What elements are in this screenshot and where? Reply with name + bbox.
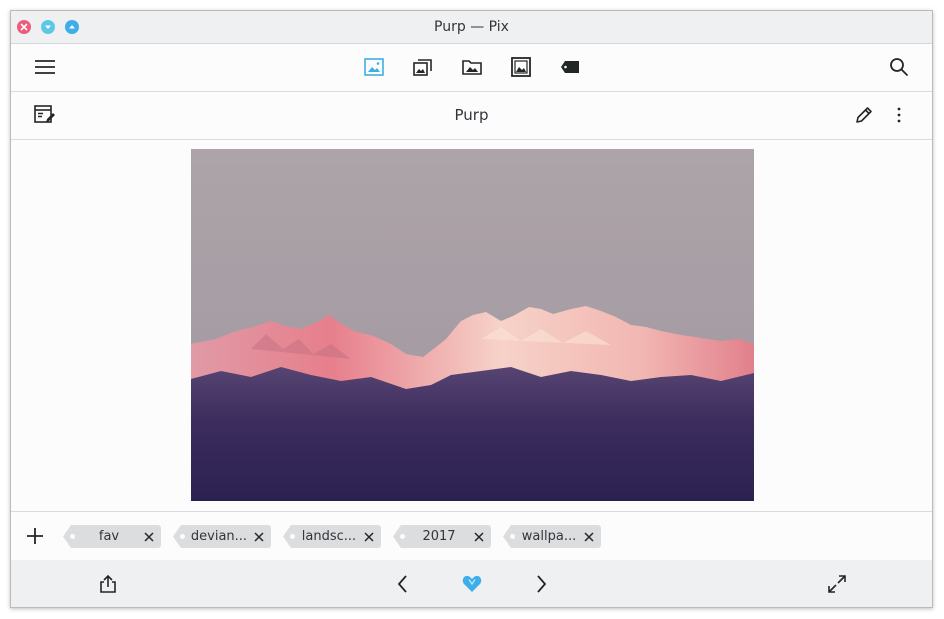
tag-label: devian...	[190, 529, 248, 544]
image-viewer	[11, 140, 932, 511]
add-tag-button[interactable]	[21, 522, 49, 550]
remove-tag-button[interactable]	[140, 528, 157, 545]
albums-icon	[511, 57, 531, 77]
edit-button[interactable]	[850, 101, 878, 129]
image-title: Purp	[454, 106, 489, 124]
tag-hole	[70, 534, 75, 539]
close-icon	[473, 531, 484, 542]
tag-chip[interactable]: devian...	[173, 525, 271, 548]
more-options-button[interactable]	[885, 101, 913, 129]
menu-button[interactable]	[31, 53, 59, 81]
share-icon	[100, 574, 116, 593]
tab-tags[interactable]	[556, 53, 584, 81]
chevron-left-icon	[397, 575, 407, 593]
favorite-button[interactable]	[458, 570, 486, 598]
chevron-right-icon	[537, 575, 547, 593]
fullscreen-icon	[828, 575, 846, 593]
close-icon	[143, 531, 154, 542]
tag-chip[interactable]: landsc...	[283, 525, 381, 548]
tab-viewer[interactable]	[360, 53, 388, 81]
tag-chip[interactable]: wallpa...	[503, 525, 601, 548]
tag-label: landsc...	[301, 529, 357, 544]
tag-hole	[290, 534, 295, 539]
share-button[interactable]	[94, 570, 122, 598]
tag-label: wallpa...	[521, 529, 577, 544]
hamburger-menu-icon	[35, 60, 55, 74]
close-icon	[583, 531, 594, 542]
close-icon	[253, 531, 264, 542]
search-button[interactable]	[885, 53, 913, 81]
next-image-button[interactable]	[527, 570, 555, 598]
search-icon	[890, 58, 908, 76]
close-icon	[363, 531, 374, 542]
tag-chip[interactable]: 2017	[393, 525, 491, 548]
tag-label: fav	[98, 529, 120, 544]
plus-icon	[27, 528, 43, 544]
tab-albums[interactable]	[507, 53, 535, 81]
previous-image-button[interactable]	[389, 570, 417, 598]
app-window: Purp — Pix Purp fav devian... landsc... …	[10, 10, 933, 608]
image-viewer-icon	[364, 58, 384, 76]
tags-icon	[561, 61, 579, 73]
mountain-range-photo[interactable]	[191, 149, 754, 501]
pencil-icon	[856, 107, 872, 123]
tab-folders[interactable]	[458, 53, 486, 81]
tag-chip[interactable]: fav	[63, 525, 161, 548]
tag-hole	[180, 534, 185, 539]
main-toolbar	[11, 44, 932, 92]
remove-tag-button[interactable]	[470, 528, 487, 545]
folders-icon	[462, 60, 482, 75]
remove-tag-button[interactable]	[360, 528, 377, 545]
fullscreen-button[interactable]	[823, 570, 851, 598]
tab-gallery[interactable]	[409, 53, 437, 81]
gallery-icon	[413, 59, 432, 76]
tag-hole	[510, 534, 515, 539]
remove-tag-button[interactable]	[250, 528, 267, 545]
viewer-header: Purp	[11, 92, 932, 140]
title-bar: Purp — Pix	[11, 11, 932, 44]
remove-tag-button[interactable]	[580, 528, 597, 545]
tag-label: 2017	[422, 529, 456, 544]
window-title: Purp — Pix	[434, 19, 509, 35]
kebab-menu-icon	[897, 107, 901, 123]
footer-toolbar	[11, 560, 932, 607]
heart-icon	[462, 575, 482, 592]
tag-hole	[400, 534, 405, 539]
tags-bar: fav devian... landsc... 2017 wallpa...	[11, 511, 932, 561]
